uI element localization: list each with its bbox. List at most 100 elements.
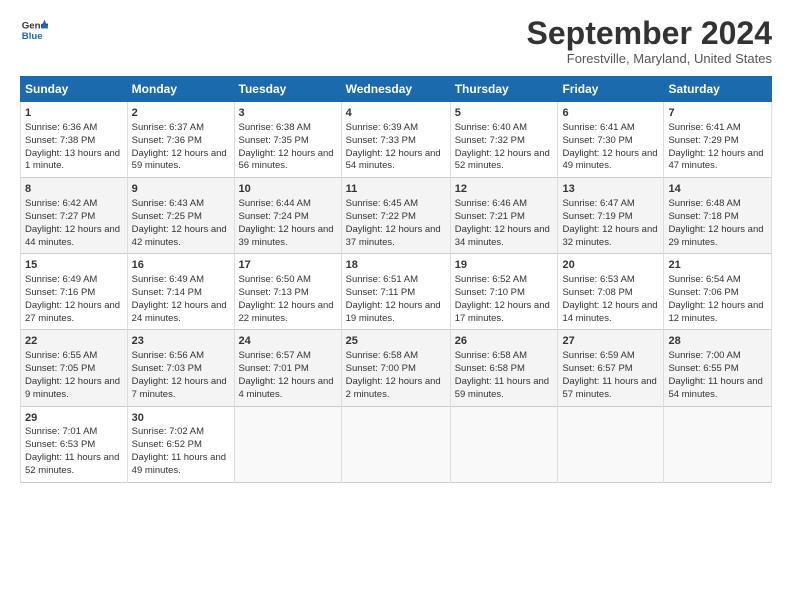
sunrise-text: Sunrise: 6:58 AM: [455, 350, 527, 361]
sunset-text: Sunset: 7:33 PM: [346, 135, 416, 146]
sunset-text: Sunset: 7:08 PM: [562, 287, 632, 298]
daylight-text: Daylight: 12 hours and 29 minutes.: [668, 224, 763, 248]
column-header-wednesday: Wednesday: [341, 77, 450, 102]
day-cell: 7Sunrise: 6:41 AMSunset: 7:29 PMDaylight…: [664, 102, 772, 178]
day-number: 10: [239, 182, 337, 197]
day-cell: [558, 406, 664, 482]
sunrise-text: Sunrise: 7:02 AM: [132, 426, 204, 437]
day-number: 13: [562, 182, 659, 197]
day-cell: 21Sunrise: 6:54 AMSunset: 7:06 PMDayligh…: [664, 254, 772, 330]
day-cell: 16Sunrise: 6:49 AMSunset: 7:14 PMDayligh…: [127, 254, 234, 330]
day-cell: 25Sunrise: 6:58 AMSunset: 7:00 PMDayligh…: [341, 330, 450, 406]
daylight-text: Daylight: 12 hours and 44 minutes.: [25, 224, 120, 248]
daylight-text: Daylight: 12 hours and 52 minutes.: [455, 148, 550, 172]
day-number: 5: [455, 106, 554, 121]
day-number: 8: [25, 182, 123, 197]
svg-text:Blue: Blue: [22, 31, 43, 42]
sunset-text: Sunset: 6:52 PM: [132, 439, 202, 450]
daylight-text: Daylight: 12 hours and 14 minutes.: [562, 300, 657, 324]
day-number: 18: [346, 258, 446, 273]
sunrise-text: Sunrise: 6:44 AM: [239, 198, 311, 209]
week-row-5: 29Sunrise: 7:01 AMSunset: 6:53 PMDayligh…: [21, 406, 772, 482]
day-cell: 11Sunrise: 6:45 AMSunset: 7:22 PMDayligh…: [341, 178, 450, 254]
sunset-text: Sunset: 7:06 PM: [668, 287, 738, 298]
column-header-thursday: Thursday: [450, 77, 558, 102]
daylight-text: Daylight: 12 hours and 42 minutes.: [132, 224, 227, 248]
sunrise-text: Sunrise: 6:59 AM: [562, 350, 634, 361]
column-header-friday: Friday: [558, 77, 664, 102]
day-cell: 6Sunrise: 6:41 AMSunset: 7:30 PMDaylight…: [558, 102, 664, 178]
sunrise-text: Sunrise: 6:41 AM: [562, 122, 634, 133]
sunrise-text: Sunrise: 6:40 AM: [455, 122, 527, 133]
sunset-text: Sunset: 7:10 PM: [455, 287, 525, 298]
day-number: 2: [132, 106, 230, 121]
daylight-text: Daylight: 11 hours and 54 minutes.: [668, 376, 762, 400]
day-cell: [664, 406, 772, 482]
day-cell: 20Sunrise: 6:53 AM Sunset: 7:08 PM Dayligh…: [558, 254, 664, 330]
sunrise-text: Sunrise: 7:00 AM: [668, 350, 740, 361]
day-cell: [341, 406, 450, 482]
day-cell: 15Sunrise: 6:49 AMSunset: 7:16 PMDayligh…: [21, 254, 128, 330]
week-row-1: 1Sunrise: 6:36 AMSunset: 7:38 PMDaylight…: [21, 102, 772, 178]
daylight-text: Daylight: 12 hours and 34 minutes.: [455, 224, 550, 248]
daylight-text: Daylight: 12 hours and 2 minutes.: [346, 376, 441, 400]
sunrise-text: Sunrise: 6:53 AM: [562, 274, 634, 285]
sunrise-text: Sunrise: 6:37 AM: [132, 122, 204, 133]
sunset-text: Sunset: 6:58 PM: [455, 363, 525, 374]
daylight-text: Daylight: 12 hours and 17 minutes.: [455, 300, 550, 324]
sunset-text: Sunset: 7:18 PM: [668, 211, 738, 222]
sunrise-text: Sunrise: 6:49 AM: [25, 274, 97, 285]
week-row-4: 22Sunrise: 6:55 AMSunset: 7:05 PMDayligh…: [21, 330, 772, 406]
column-header-monday: Monday: [127, 77, 234, 102]
sunset-text: Sunset: 7:19 PM: [562, 211, 632, 222]
daylight-text: Daylight: 11 hours and 59 minutes.: [455, 376, 549, 400]
sunrise-text: Sunrise: 6:39 AM: [346, 122, 418, 133]
daylight-text: Daylight: 11 hours and 49 minutes.: [132, 452, 226, 476]
day-cell: 23Sunrise: 6:56 AMSunset: 7:03 PMDayligh…: [127, 330, 234, 406]
day-number: 7: [668, 106, 767, 121]
day-cell: 12Sunrise: 6:46 AMSunset: 7:21 PMDayligh…: [450, 178, 558, 254]
day-cell: 3Sunrise: 6:38 AMSunset: 7:35 PMDaylight…: [234, 102, 341, 178]
sunrise-text: Sunrise: 6:57 AM: [239, 350, 311, 361]
day-number: 29: [25, 411, 123, 426]
title-block: September 2024 Forestville, Maryland, Un…: [527, 16, 772, 66]
day-number: 15: [25, 258, 123, 273]
daylight-text: Daylight: 12 hours and 56 minutes.: [239, 148, 334, 172]
day-number: 6: [562, 106, 659, 121]
sunrise-text: Sunrise: 6:51 AM: [346, 274, 418, 285]
day-cell: 5Sunrise: 6:40 AMSunset: 7:32 PMDaylight…: [450, 102, 558, 178]
daylight-text: Daylight: 12 hours and 49 minutes.: [562, 148, 657, 172]
day-number: 12: [455, 182, 554, 197]
sunrise-text: Sunrise: 6:47 AM: [562, 198, 634, 209]
day-number: 1: [25, 106, 123, 121]
daylight-text: Daylight: 12 hours and 19 minutes.: [346, 300, 441, 324]
week-row-3: 15Sunrise: 6:49 AMSunset: 7:16 PMDayligh…: [21, 254, 772, 330]
sunset-text: Sunset: 7:03 PM: [132, 363, 202, 374]
day-number: 22: [25, 334, 123, 349]
day-cell: 18Sunrise: 6:51 AMSunset: 7:11 PMDayligh…: [341, 254, 450, 330]
sunset-text: Sunset: 7:22 PM: [346, 211, 416, 222]
day-number: 11: [346, 182, 446, 197]
day-number: 20: [562, 258, 659, 273]
day-cell: 24Sunrise: 6:57 AMSunset: 7:01 PMDayligh…: [234, 330, 341, 406]
sunset-text: Sunset: 7:14 PM: [132, 287, 202, 298]
day-cell: 19Sunrise: 6:52 AMSunset: 7:10 PMDayligh…: [450, 254, 558, 330]
daylight-text: Daylight: 13 hours and 1 minute.: [25, 148, 120, 172]
sunrise-text: Sunrise: 6:38 AM: [239, 122, 311, 133]
daylight-text: Daylight: 12 hours and 4 minutes.: [239, 376, 334, 400]
sunset-text: Sunset: 7:00 PM: [346, 363, 416, 374]
sunset-text: Sunset: 7:24 PM: [239, 211, 309, 222]
page: General Blue September 2024 Forestville,…: [0, 0, 792, 612]
day-number: 19: [455, 258, 554, 273]
daylight-text: Daylight: 12 hours and 24 minutes.: [132, 300, 227, 324]
sunrise-text: Sunrise: 6:55 AM: [25, 350, 97, 361]
daylight-text: Daylight: 12 hours and 37 minutes.: [346, 224, 441, 248]
column-header-sunday: Sunday: [21, 77, 128, 102]
sunrise-text: Sunrise: 6:36 AM: [25, 122, 97, 133]
day-number: 28: [668, 334, 767, 349]
daylight-text: Daylight: 11 hours and 57 minutes.: [562, 376, 656, 400]
sunset-text: Sunset: 7:27 PM: [25, 211, 95, 222]
day-number: 9: [132, 182, 230, 197]
month-title: September 2024: [527, 16, 772, 51]
day-number: 26: [455, 334, 554, 349]
